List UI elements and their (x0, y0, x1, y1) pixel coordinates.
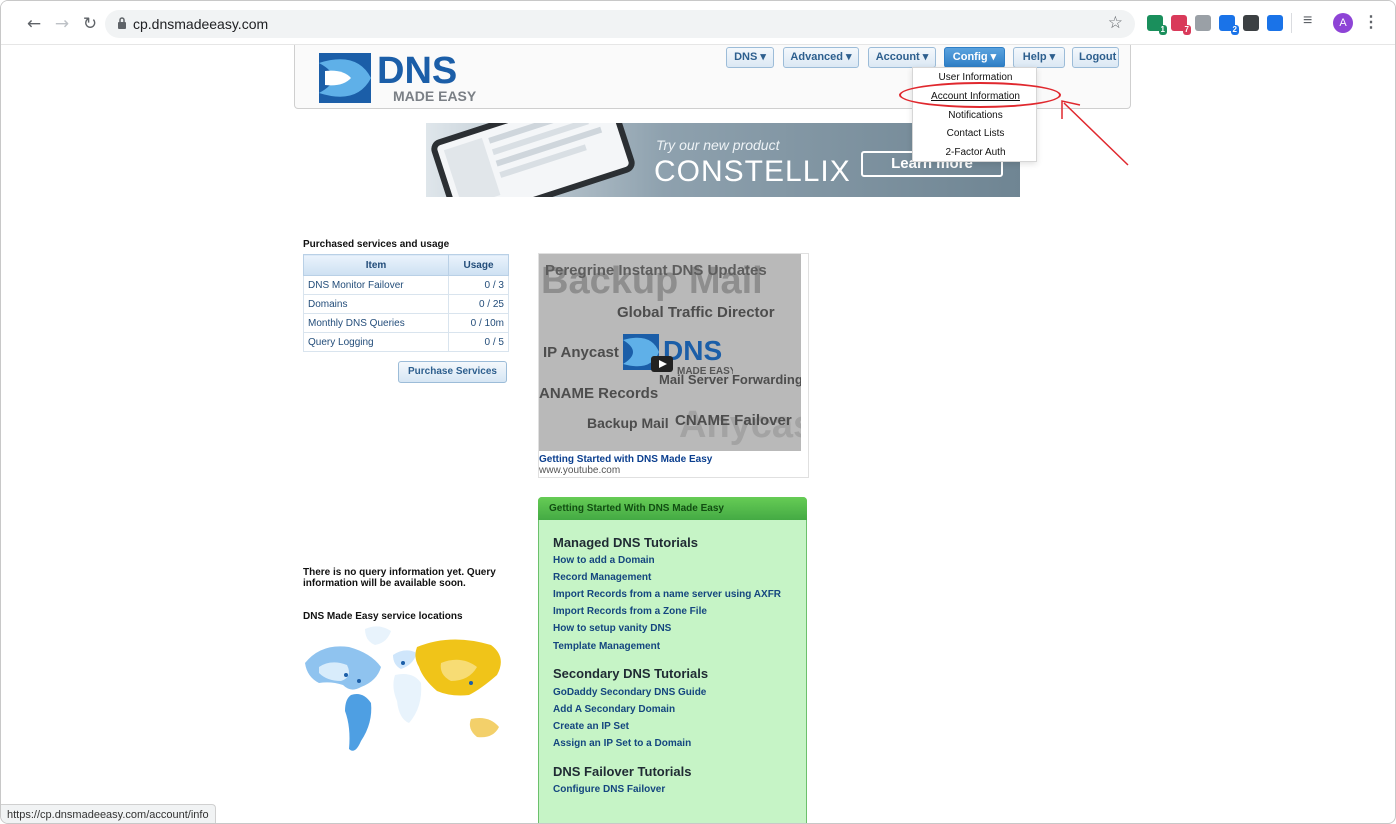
dark-extension-icon[interactable] (1243, 15, 1259, 31)
dropdown-2-factor-auth[interactable]: 2-Factor Auth (913, 147, 1038, 158)
service-item: Query Logging (303, 332, 449, 352)
download-extension-icon[interactable] (1267, 15, 1283, 31)
toolbar-divider (1291, 13, 1292, 33)
tutorial-link[interactable]: Import Records from a Zone File (553, 606, 707, 617)
menu-config[interactable]: Config ▾ (944, 47, 1005, 68)
video-dns-logo: DNS MADE EASY (623, 334, 733, 377)
extension-badge: 1 (1158, 25, 1167, 35)
video-thumbnail[interactable]: Backup Mail Peregrine Instant DNS Update… (539, 254, 801, 451)
service-item: Monthly DNS Queries (303, 313, 449, 333)
tutorial-link[interactable]: Import Records from a name server using … (553, 589, 781, 600)
world-map (305, 626, 501, 751)
service-usage: 0 / 5 (448, 332, 509, 352)
address-url[interactable]: cp.dnsmadeeasy.com (133, 16, 268, 32)
column-header-usage: Usage (448, 254, 509, 276)
extension-badge: 2 (1230, 25, 1239, 35)
tutorial-link[interactable]: How to add a Domain (553, 555, 655, 566)
browser-menu-icon[interactable]: ⋮ (1363, 12, 1379, 32)
tutorial-link[interactable]: GoDaddy Secondary DNS Guide (553, 687, 706, 698)
video-title-link[interactable]: Getting Started with DNS Made Easy (539, 454, 712, 465)
address-bar[interactable]: cp.dnsmadeeasy.com ☆ (105, 10, 1135, 38)
service-usage: 0 / 25 (448, 294, 509, 314)
forward-icon[interactable]: → (51, 13, 73, 35)
section-title-dns-failover: DNS Failover Tutorials (553, 764, 692, 779)
logo-subtext: MADE EASY (393, 88, 477, 104)
service-item: DNS Monitor Failover (303, 275, 449, 295)
table-row: Monthly DNS Queries 0 / 10m (303, 313, 509, 333)
bookmark-star-icon[interactable]: ☆ (1108, 13, 1123, 33)
menu-dns[interactable]: DNS ▾ (726, 47, 774, 68)
thumb-text: IP Anycast (543, 344, 619, 361)
tutorial-link[interactable]: Record Management (553, 572, 651, 583)
media-queue-icon[interactable]: ≡ (1303, 12, 1312, 30)
status-bar-url: https://cp.dnsmadeeasy.com/account/info (1, 804, 216, 823)
thumb-text: Backup Mail (587, 415, 669, 431)
thumb-text: ANAME Records (539, 385, 659, 402)
banner-try-text: Try our new product (656, 137, 780, 153)
menu-logout[interactable]: Logout (1072, 47, 1119, 68)
video-source: www.youtube.com (539, 465, 621, 476)
thumb-text: Global Traffic Director (617, 304, 775, 321)
menu-advanced[interactable]: Advanced ▾ (783, 47, 859, 68)
banner-brand: CONSTELLIX (654, 155, 851, 188)
column-header-item: Item (303, 254, 449, 276)
back-icon[interactable]: ← (23, 13, 45, 35)
getting-started-header: Getting Started With DNS Made Easy (538, 497, 807, 520)
puzzle-extension-icon[interactable]: 2 (1219, 15, 1239, 35)
annotation-arrow (1061, 100, 1129, 166)
eyedropper-extension-icon[interactable]: 1 (1147, 15, 1167, 35)
highlight-oval (899, 82, 1061, 108)
tutorial-link[interactable]: Template Management (553, 641, 660, 652)
tutorial-link[interactable]: Add A Secondary Domain (553, 704, 675, 715)
tutorial-link[interactable]: Configure DNS Failover (553, 784, 665, 795)
purchased-services-table: Item Usage DNS Monitor Failover 0 / 3 Do… (303, 254, 509, 352)
dnsmadeeasy-logo[interactable]: DNS MADE EASY (317, 51, 507, 105)
menu-account[interactable]: Account ▾ (868, 47, 936, 68)
purchased-services-title: Purchased services and usage (303, 239, 450, 250)
grey-extension-icon[interactable] (1195, 15, 1211, 31)
svg-text:DNS: DNS (377, 51, 457, 92)
browser-window: ← → ↻ cp.dnsmadeeasy.com ☆ 1 7 2 ≡ A ⋮ DNS… (0, 0, 1396, 824)
mailtrack-extension-icon[interactable]: 7 (1171, 15, 1191, 35)
play-icon[interactable] (651, 356, 673, 372)
table-row: Domains 0 / 25 (303, 294, 509, 314)
tablet-illustration (428, 123, 638, 197)
table-row: Query Logging 0 / 5 (303, 332, 509, 352)
service-locations-title: DNS Made Easy service locations (303, 611, 463, 622)
section-title-managed-dns: Managed DNS Tutorials (553, 535, 698, 550)
reload-icon[interactable]: ↻ (79, 13, 101, 35)
menu-help[interactable]: Help ▾ (1013, 47, 1065, 68)
browser-toolbar: ← → ↻ cp.dnsmadeeasy.com ☆ 1 7 2 ≡ A ⋮ (1, 1, 1395, 45)
dropdown-notifications[interactable]: Notifications (913, 110, 1038, 121)
section-title-secondary-dns: Secondary DNS Tutorials (553, 666, 709, 681)
dropdown-contact-lists[interactable]: Contact Lists (913, 128, 1038, 139)
profile-avatar[interactable]: A (1333, 13, 1353, 33)
thumb-text: CNAME Failover (675, 412, 792, 429)
extension-badge: 7 (1182, 25, 1191, 35)
tutorial-link[interactable]: Assign an IP Set to a Domain (553, 738, 691, 749)
service-usage: 0 / 3 (448, 275, 509, 295)
query-info-message: There is no query information yet. Query… (303, 567, 496, 589)
lock-icon (118, 17, 126, 29)
video-logo-subtext: MADE EASY (677, 366, 733, 377)
thumb-text: Peregrine Instant DNS Updates (545, 262, 767, 279)
service-item: Domains (303, 294, 449, 314)
tutorial-link[interactable]: Create an IP Set (553, 721, 629, 732)
purchase-services-button[interactable]: Purchase Services (398, 361, 507, 383)
tutorial-link[interactable]: How to setup vanity DNS (553, 623, 671, 634)
service-usage: 0 / 10m (448, 313, 509, 333)
table-row: DNS Monitor Failover 0 / 3 (303, 275, 509, 295)
